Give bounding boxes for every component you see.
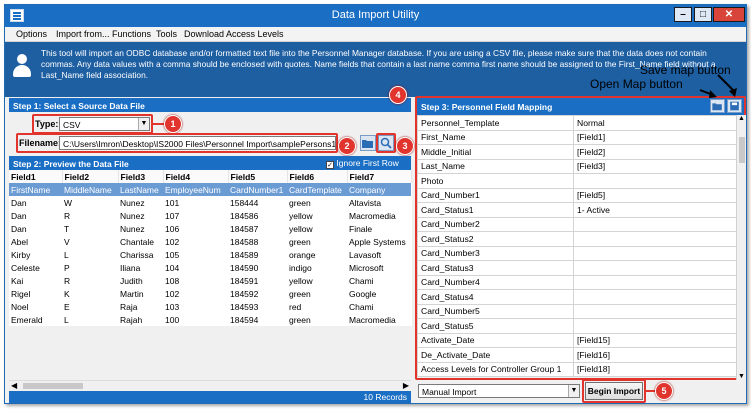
annotation-arrows <box>699 74 737 98</box>
app-root: Data Import Utility – □ ✕ Options Import… <box>0 0 751 410</box>
